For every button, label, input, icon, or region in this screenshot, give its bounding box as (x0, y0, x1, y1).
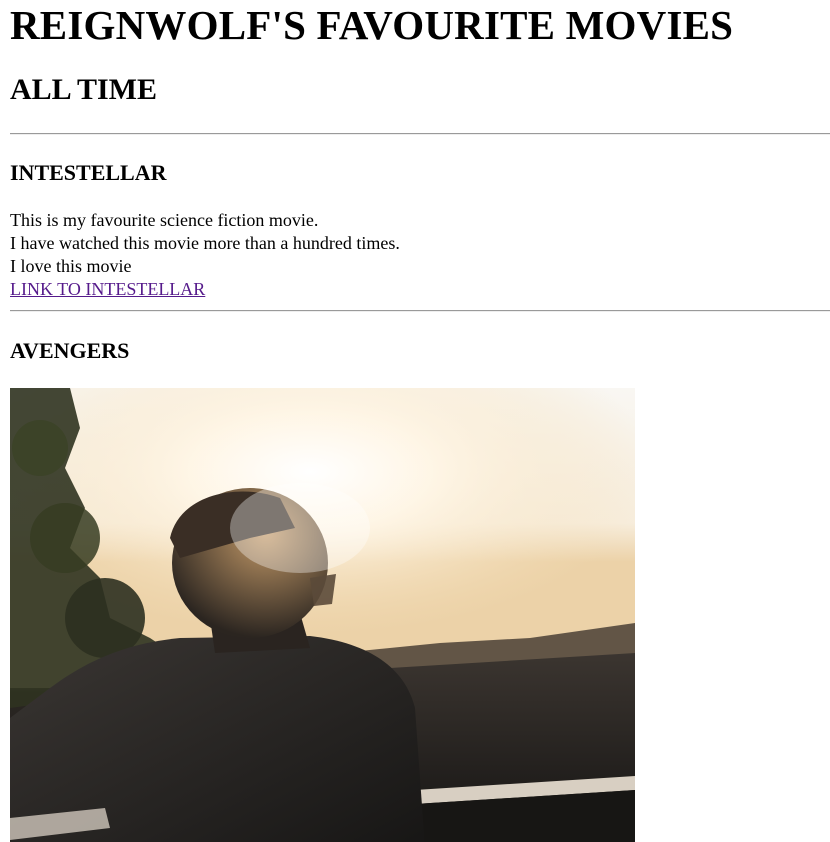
movie-title: INTESTELLAR (10, 160, 167, 185)
description-line: I love this movie (10, 256, 132, 276)
interstellar-link[interactable]: LINK TO INTESTELLAR (10, 278, 205, 301)
movie-description: This is my favourite science fiction mov… (10, 209, 830, 301)
page-subtitle: ALL TIME (10, 73, 157, 106)
movie-section-interstellar: INTESTELLAR This is my favourite science… (10, 160, 830, 301)
divider (10, 310, 830, 312)
page: REIGNWOLF'S FAVOURITE MOVIES ALL TIME IN… (0, 0, 830, 842)
movie-section-avengers: AVENGERS (10, 338, 830, 842)
description-line: I have watched this movie more than a hu… (10, 233, 400, 253)
movie-title: AVENGERS (10, 338, 130, 363)
silhouette-photo (10, 388, 635, 842)
description-line: This is my favourite science fiction mov… (10, 210, 319, 230)
movie-image (10, 388, 635, 842)
page-title: REIGNWOLF'S FAVOURITE MOVIES (10, 2, 734, 48)
divider (10, 133, 830, 135)
